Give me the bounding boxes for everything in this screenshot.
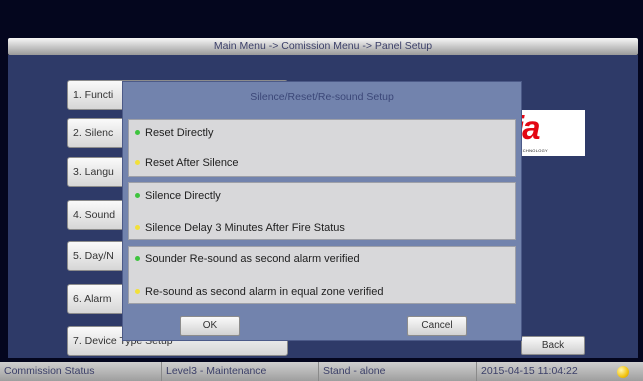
silence-reset-dialog: Silence/Reset/Re-sound Setup Reset Direc…	[122, 81, 522, 341]
unselected-indicator-icon	[135, 160, 140, 165]
option-label: Re-sound as second alarm in equal zone v…	[145, 286, 384, 298]
option-label: Reset Directly	[145, 127, 214, 139]
back-button[interactable]: Back	[521, 336, 585, 355]
resound-option-group: Sounder Re-sound as second alarm verifie…	[128, 246, 516, 304]
silence-option-group: Silence Directly Silence Delay 3 Minutes…	[128, 182, 516, 240]
unselected-indicator-icon	[135, 225, 140, 230]
status-mode: Commission Status	[0, 362, 162, 381]
status-bar: Commission Status Level3 - Maintenance S…	[0, 362, 643, 381]
status-datetime: 2015-04-15 11:04:22	[481, 365, 578, 377]
reset-option-group: Reset Directly Reset After Silence	[128, 119, 516, 177]
option-silence-delay[interactable]: Silence Delay 3 Minutes After Fire Statu…	[135, 219, 345, 237]
option-reset-directly[interactable]: Reset Directly	[135, 124, 213, 142]
breadcrumb: Main Menu -> Comission Menu -> Panel Set…	[8, 38, 638, 55]
status-network: Stand - alone	[319, 362, 477, 381]
option-label: Silence Directly	[145, 190, 221, 202]
option-resound-equal-zone[interactable]: Re-sound as second alarm in equal zone v…	[135, 283, 383, 301]
option-sounder-resound[interactable]: Sounder Re-sound as second alarm verifie…	[135, 250, 360, 268]
cancel-button[interactable]: Cancel	[407, 316, 467, 336]
option-label: Silence Delay 3 Minutes After Fire Statu…	[145, 222, 345, 234]
brand-logo: ia TECHNOLOGY	[513, 110, 585, 156]
option-reset-after-silence[interactable]: Reset After Silence	[135, 154, 239, 172]
ok-button[interactable]: OK	[180, 316, 240, 336]
status-level: Level3 - Maintenance	[162, 362, 319, 381]
option-label: Sounder Re-sound as second alarm verifie…	[145, 253, 360, 265]
screen: Main Menu -> Comission Menu -> Panel Set…	[0, 0, 643, 381]
selected-indicator-icon	[135, 256, 140, 261]
option-silence-directly[interactable]: Silence Directly	[135, 187, 221, 205]
selected-indicator-icon	[135, 130, 140, 135]
unselected-indicator-icon	[135, 289, 140, 294]
dialog-title: Silence/Reset/Re-sound Setup	[250, 91, 394, 103]
option-label: Reset After Silence	[145, 157, 239, 169]
selected-indicator-icon	[135, 193, 140, 198]
status-light-icon	[617, 366, 629, 378]
